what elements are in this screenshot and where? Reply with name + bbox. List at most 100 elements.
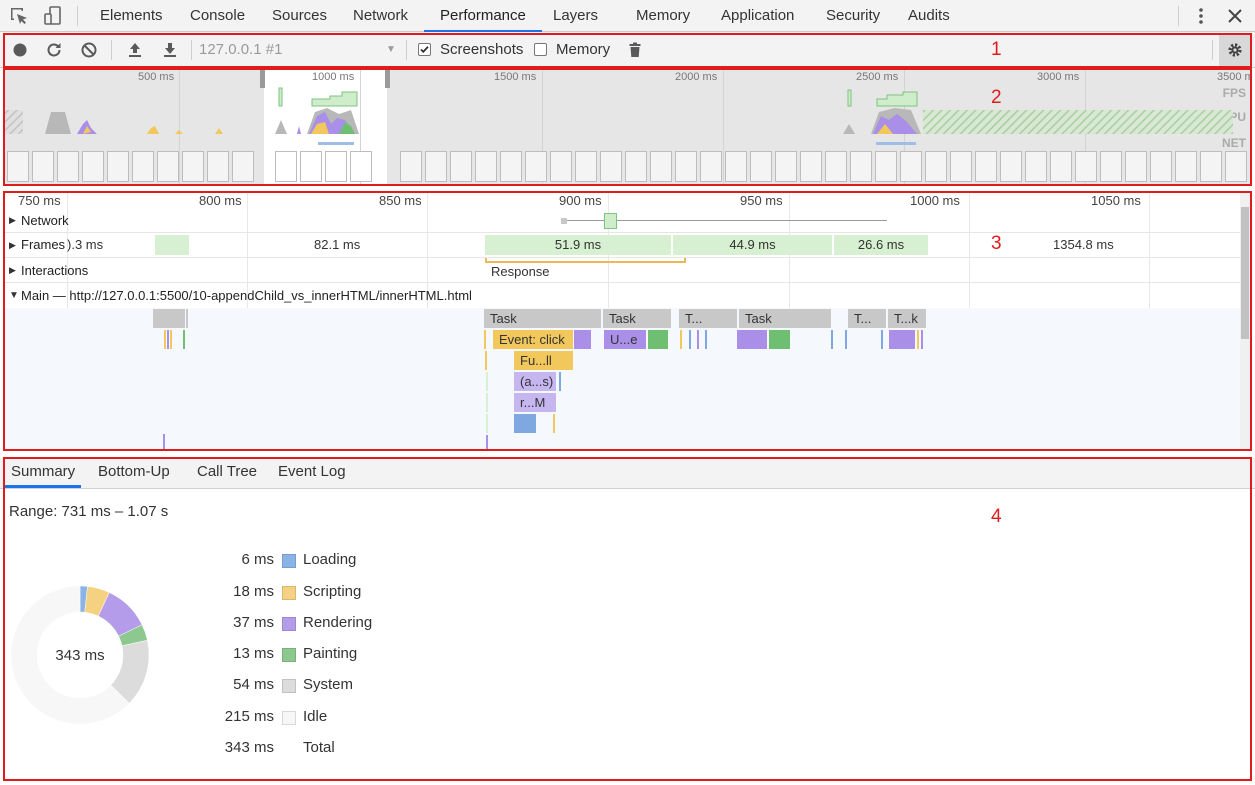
expand-triangle-icon[interactable]: ▶ bbox=[9, 240, 16, 251]
interactions-track[interactable]: ▶ Interactions Response bbox=[5, 258, 1240, 283]
tab-call-tree[interactable]: Call Tree bbox=[197, 458, 257, 488]
tab-memory[interactable]: Memory bbox=[636, 0, 690, 32]
reload-record-icon[interactable] bbox=[44, 40, 64, 60]
load-profile-icon[interactable] bbox=[125, 40, 145, 60]
timeline-overview[interactable]: 500 ms 1000 ms 1500 ms 2000 ms 2500 ms 3… bbox=[5, 70, 1250, 184]
expand-triangle-icon[interactable]: ▶ bbox=[9, 265, 16, 276]
trash-icon[interactable] bbox=[625, 40, 645, 60]
rendering-label: Rendering bbox=[303, 614, 373, 631]
profile-select[interactable]: 127.0.0.1 #1 bbox=[199, 32, 282, 68]
frame-box[interactable]: 26.6 ms bbox=[834, 235, 928, 255]
tab-audits[interactable]: Audits bbox=[908, 0, 950, 32]
tabbar-divider bbox=[77, 6, 78, 26]
task-block[interactable]: T...k bbox=[888, 309, 926, 328]
main-track-label: Main — http://127.0.0.1:5500/10-appendCh… bbox=[21, 288, 472, 303]
frame-label[interactable]: 1354.8 ms bbox=[1053, 235, 1114, 255]
tab-bottom-up[interactable]: Bottom-Up bbox=[98, 458, 170, 488]
toolbar-divider-3 bbox=[406, 40, 407, 60]
system-value: 54 ms bbox=[233, 676, 274, 693]
range-label: Range: 731 ms – 1.07 s bbox=[9, 503, 169, 520]
devtools-tabbar: Elements Console Sources Network Perform… bbox=[0, 0, 1255, 32]
task-block[interactable]: Task bbox=[603, 309, 671, 328]
idle-label: Idle bbox=[303, 708, 328, 725]
loading-value: 6 ms bbox=[241, 551, 274, 568]
function-call-block[interactable]: Fu...ll bbox=[514, 351, 573, 370]
memory-checkbox[interactable] bbox=[534, 43, 547, 56]
frame-box[interactable]: 51.9 ms bbox=[485, 235, 671, 255]
annotation-box bbox=[3, 457, 1252, 781]
tab-sources[interactable]: Sources bbox=[272, 0, 327, 32]
timeline-tick-label: 1050 ms bbox=[1091, 193, 1141, 208]
frame-box[interactable]: 44.9 ms bbox=[673, 235, 832, 255]
screenshots-label[interactable]: Screenshots bbox=[440, 32, 523, 68]
idle-value: 215 ms bbox=[224, 708, 274, 725]
total-value: 343 ms bbox=[224, 739, 274, 756]
tab-network[interactable]: Network bbox=[353, 0, 408, 32]
interactions-track-label: Interactions bbox=[21, 263, 89, 278]
close-icon[interactable] bbox=[1224, 5, 1246, 27]
total-label: Total bbox=[303, 739, 335, 756]
tab-summary[interactable]: Summary bbox=[5, 458, 82, 488]
details-tabbar: Summary Bottom-Up Call Tree Event Log bbox=[0, 458, 1255, 489]
tab-elements[interactable]: Elements bbox=[100, 0, 163, 32]
settings-button[interactable] bbox=[1219, 34, 1251, 66]
tab-performance[interactable]: Performance bbox=[424, 0, 542, 32]
tab-security[interactable]: Security bbox=[826, 0, 880, 32]
summary-donut-chart: 343 ms bbox=[10, 585, 150, 725]
frame-partial[interactable]: ).3 ms bbox=[67, 235, 103, 255]
tab-console[interactable]: Console bbox=[190, 0, 245, 32]
toolbar-divider-2 bbox=[191, 40, 192, 60]
scripting-value: 18 ms bbox=[233, 583, 274, 600]
timeline-tick-label: 900 ms bbox=[559, 193, 602, 208]
tabbar-divider-right bbox=[1178, 6, 1179, 26]
network-track-label: Network bbox=[21, 213, 69, 228]
memory-label[interactable]: Memory bbox=[556, 32, 610, 68]
painting-label: Painting bbox=[303, 645, 358, 662]
tab-event-log[interactable]: Event Log bbox=[278, 458, 346, 488]
rendering-value: 37 ms bbox=[233, 614, 274, 631]
clear-icon[interactable] bbox=[79, 40, 99, 60]
toolbar-divider bbox=[111, 40, 112, 60]
task-block[interactable]: T... bbox=[848, 309, 886, 328]
task-block[interactable]: T... bbox=[679, 309, 737, 328]
loading-label: Loading bbox=[303, 551, 357, 568]
gear-icon bbox=[1228, 43, 1242, 57]
timeline-tick-label: 1000 ms bbox=[910, 193, 960, 208]
profile-select-chevron-icon[interactable]: ▼ bbox=[386, 44, 396, 55]
toolbar-divider-4 bbox=[1212, 40, 1213, 60]
event-click-block[interactable]: Event: click bbox=[493, 330, 573, 349]
response-label[interactable]: Response bbox=[491, 264, 550, 279]
painting-swatch bbox=[282, 648, 296, 662]
network-track[interactable]: ▶ Network bbox=[5, 209, 1240, 233]
performance-toolbar: 127.0.0.1 #1 ▼ Screenshots Memory bbox=[0, 32, 1255, 68]
frame-label[interactable]: 82.1 ms bbox=[314, 235, 360, 255]
timeline-scrollbar[interactable] bbox=[1240, 193, 1250, 449]
task-block[interactable]: Task bbox=[484, 309, 601, 328]
collapse-triangle-icon[interactable]: ▼ bbox=[9, 290, 19, 301]
anonymous-block[interactable]: (a...s) bbox=[514, 372, 556, 391]
task-block[interactable]: Task bbox=[739, 309, 831, 328]
update-layer-block[interactable]: U...e bbox=[604, 330, 646, 349]
scripting-swatch bbox=[282, 586, 296, 600]
frames-track-label: Frames bbox=[21, 237, 66, 252]
screenshots-checkbox[interactable] bbox=[418, 43, 431, 56]
rendering-swatch bbox=[282, 617, 296, 631]
loading-swatch bbox=[282, 554, 296, 568]
timeline-flamechart[interactable]: 750 ms 800 ms 850 ms 900 ms 950 ms 1000 … bbox=[5, 193, 1250, 449]
more-options-icon[interactable] bbox=[1190, 5, 1212, 27]
annotation-number: 4 bbox=[991, 506, 1002, 527]
tab-layers[interactable]: Layers bbox=[553, 0, 598, 32]
inspect-element-icon[interactable] bbox=[8, 5, 30, 27]
expand-triangle-icon[interactable]: ▶ bbox=[9, 215, 16, 226]
timeline-tick-label: 950 ms bbox=[740, 193, 783, 208]
timeline-tick-label: 800 ms bbox=[199, 193, 242, 208]
device-toolbar-icon[interactable] bbox=[42, 5, 64, 27]
donut-center-total: 343 ms bbox=[55, 647, 104, 664]
tab-application[interactable]: Application bbox=[721, 0, 794, 32]
main-track[interactable]: ▼ Main — http://127.0.0.1:5500/10-append… bbox=[5, 283, 1240, 308]
record-icon[interactable] bbox=[10, 40, 30, 60]
save-profile-icon[interactable] bbox=[160, 40, 180, 60]
frame-box[interactable] bbox=[155, 235, 189, 255]
idle-swatch bbox=[282, 711, 296, 725]
recalc-block[interactable]: r...M bbox=[514, 393, 556, 412]
